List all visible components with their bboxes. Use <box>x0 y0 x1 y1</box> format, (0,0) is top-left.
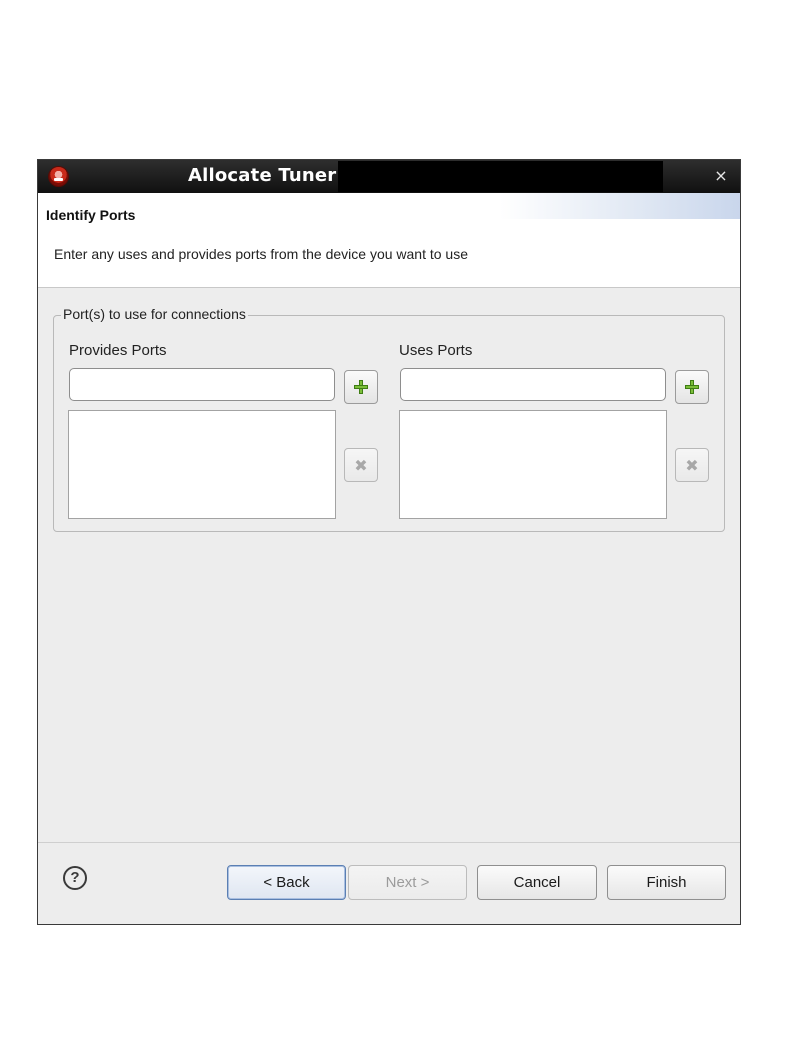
cancel-button[interactable]: Cancel <box>477 865 597 900</box>
header-banner <box>500 193 740 219</box>
uses-ports-list[interactable] <box>399 410 667 519</box>
footer-separator <box>38 842 740 843</box>
page-description: Enter any uses and provides ports from t… <box>54 246 469 262</box>
uses-port-input[interactable] <box>400 368 666 401</box>
finish-button[interactable]: Finish <box>607 865 726 900</box>
provides-ports-list[interactable] <box>68 410 336 519</box>
title-bar[interactable]: Allocate Tuner × <box>38 160 740 193</box>
page-title: Identify Ports <box>46 207 136 223</box>
next-button[interactable]: Next > <box>348 865 467 900</box>
allocate-tuner-dialog: Allocate Tuner × Identify Ports Enter an… <box>37 159 741 925</box>
remove-provides-port-button[interactable]: ✖ <box>344 448 378 482</box>
help-icon[interactable]: ? <box>63 866 87 890</box>
back-button[interactable]: < Back <box>227 865 346 900</box>
plus-icon <box>685 380 699 394</box>
window-title: Allocate Tuner <box>188 165 337 186</box>
remove-uses-port-button[interactable]: ✖ <box>675 448 709 482</box>
group-legend: Port(s) to use for connections <box>61 306 248 322</box>
app-icon <box>49 167 68 186</box>
add-provides-port-button[interactable] <box>344 370 378 404</box>
provides-port-input[interactable] <box>69 368 335 401</box>
remove-x-icon: ✖ <box>685 456 699 475</box>
plus-icon <box>354 380 368 394</box>
wizard-header: Identify Ports Enter any uses and provid… <box>38 193 740 288</box>
remove-x-icon: ✖ <box>354 456 368 475</box>
title-bar-redaction <box>338 161 663 192</box>
add-uses-port-button[interactable] <box>675 370 709 404</box>
uses-ports-label: Uses Ports <box>399 342 473 359</box>
provides-ports-label: Provides Ports <box>69 342 167 359</box>
close-icon[interactable]: × <box>711 166 731 186</box>
